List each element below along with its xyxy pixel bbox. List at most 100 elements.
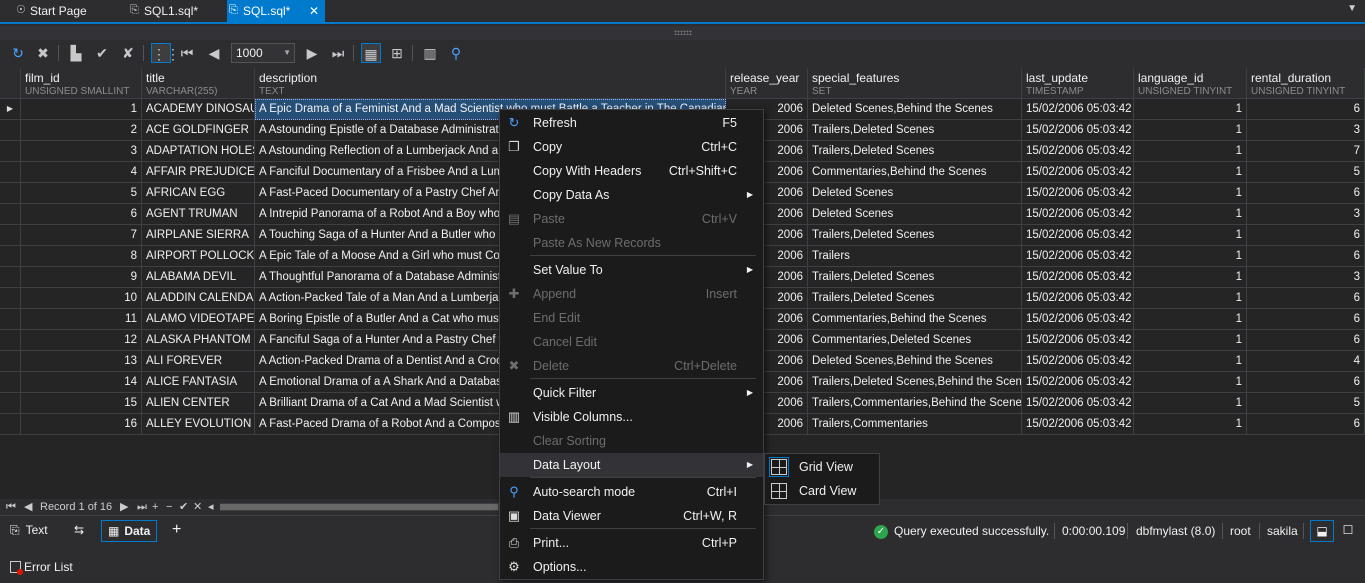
cell-film-id[interactable]: 13	[21, 351, 142, 372]
cell-special-features[interactable]: Trailers,Commentaries,Behind the Scenes	[808, 393, 1022, 414]
cell-language-id[interactable]: 1	[1134, 309, 1247, 330]
cell-last-update[interactable]: 15/02/2006 05:03:42	[1022, 141, 1134, 162]
cell-last-update[interactable]: 15/02/2006 05:03:42	[1022, 225, 1134, 246]
columns-icon[interactable]: ▥	[420, 43, 440, 63]
cell-rental-duration[interactable]: 6	[1247, 372, 1365, 393]
menu-item-visible-columns[interactable]: ▥ Visible Columns...	[500, 405, 763, 429]
cell-language-id[interactable]: 1	[1134, 393, 1247, 414]
cell-special-features[interactable]: Deleted Scenes	[808, 183, 1022, 204]
add-tab-button[interactable]: +	[172, 520, 181, 542]
toggle-panel-icon[interactable]: ☐	[1340, 520, 1356, 542]
row-indicator[interactable]	[0, 246, 21, 267]
scroll-left-icon[interactable]: ◂	[208, 499, 214, 515]
cell-special-features[interactable]: Trailers,Commentaries	[808, 414, 1022, 435]
row-indicator[interactable]	[0, 372, 21, 393]
cell-language-id[interactable]: 1	[1134, 330, 1247, 351]
cell-rental-duration[interactable]: 3	[1247, 267, 1365, 288]
tab-data[interactable]: ▦ Data	[101, 520, 157, 542]
horizontal-scrollbar[interactable]	[220, 503, 500, 511]
cell-title[interactable]: ACADEMY DINOSAUR	[142, 99, 255, 120]
cell-film-id[interactable]: 15	[21, 393, 142, 414]
menu-item-set-value-to[interactable]: Set Value To ▶	[500, 258, 763, 282]
cell-last-update[interactable]: 15/02/2006 05:03:42	[1022, 120, 1134, 141]
cell-special-features[interactable]: Deleted Scenes,Behind the Scenes	[808, 351, 1022, 372]
cell-last-update[interactable]: 15/02/2006 05:03:42	[1022, 204, 1134, 225]
cell-title[interactable]: ADAPTATION HOLES	[142, 141, 255, 162]
cell-title[interactable]: AGENT TRUMAN	[142, 204, 255, 225]
column-header-special-features[interactable]: special_features SET	[808, 68, 1022, 99]
cell-title[interactable]: ALASKA PHANTOM	[142, 330, 255, 351]
cell-language-id[interactable]: 1	[1134, 99, 1247, 120]
last-record-icon[interactable]: ⏭	[137, 499, 147, 515]
cell-special-features[interactable]: Trailers	[808, 246, 1022, 267]
cell-title[interactable]: ACE GOLDFINGER	[142, 120, 255, 141]
column-header-description[interactable]: description TEXT	[255, 68, 726, 99]
menu-item-copy-data-as[interactable]: Copy Data As ▶	[500, 183, 763, 207]
cell-title[interactable]: ALI FOREVER	[142, 351, 255, 372]
column-header-film-id[interactable]: film_id UNSIGNED SMALLINT	[21, 68, 142, 99]
cell-title[interactable]: ALIEN CENTER	[142, 393, 255, 414]
cell-rental-duration[interactable]: 6	[1247, 330, 1365, 351]
cell-film-id[interactable]: 11	[21, 309, 142, 330]
cell-rental-duration[interactable]: 4	[1247, 351, 1365, 372]
cell-last-update[interactable]: 15/02/2006 05:03:42	[1022, 372, 1134, 393]
row-indicator[interactable]	[0, 183, 21, 204]
tab-sql1[interactable]: ⎘ SQL1.sql*	[128, 0, 220, 22]
switch-view-icon[interactable]: ⇆	[74, 520, 84, 542]
cell-film-id[interactable]: 5	[21, 183, 142, 204]
cancel-record-icon[interactable]: ✕	[193, 499, 202, 515]
menu-item-card-view[interactable]: Card View	[765, 479, 879, 503]
cell-film-id[interactable]: 6	[21, 204, 142, 225]
cell-rental-duration[interactable]: 7	[1247, 141, 1365, 162]
cell-language-id[interactable]: 1	[1134, 372, 1247, 393]
cell-rental-duration[interactable]: 5	[1247, 393, 1365, 414]
cell-film-id[interactable]: 10	[21, 288, 142, 309]
cell-special-features[interactable]: Trailers,Deleted Scenes	[808, 267, 1022, 288]
next-page-icon[interactable]: ▶	[302, 43, 322, 63]
row-indicator[interactable]	[0, 267, 21, 288]
cell-language-id[interactable]: 1	[1134, 351, 1247, 372]
cell-rental-duration[interactable]: 6	[1247, 309, 1365, 330]
cell-rental-duration[interactable]: 6	[1247, 246, 1365, 267]
row-indicator[interactable]	[0, 120, 21, 141]
tab-text[interactable]: ⎘ Text	[10, 520, 48, 542]
menu-item-print[interactable]: ⎙ Print... Ctrl+P	[500, 531, 763, 555]
panel-layout-icon[interactable]: ⬓	[1310, 520, 1334, 542]
chevron-down-icon[interactable]: ▼	[1347, 3, 1357, 14]
fetch-all-icon[interactable]: ⋮⋮	[151, 43, 180, 63]
first-page-icon[interactable]: ⏮	[177, 43, 197, 63]
cell-last-update[interactable]: 15/02/2006 05:03:42	[1022, 288, 1134, 309]
cell-film-id[interactable]: 8	[21, 246, 142, 267]
row-indicator[interactable]	[0, 204, 21, 225]
cell-rental-duration[interactable]: 5	[1247, 162, 1365, 183]
cell-film-id[interactable]: 7	[21, 225, 142, 246]
cell-last-update[interactable]: 15/02/2006 05:03:42	[1022, 99, 1134, 120]
column-header-release-year[interactable]: release_year YEAR	[726, 68, 808, 99]
row-indicator[interactable]	[0, 225, 21, 246]
cell-title[interactable]: AFRICAN EGG	[142, 183, 255, 204]
cell-title[interactable]: AIRPORT POLLOCK	[142, 246, 255, 267]
cell-rental-duration[interactable]: 6	[1247, 99, 1365, 120]
cell-title[interactable]: AFFAIR PREJUDICE	[142, 162, 255, 183]
cell-title[interactable]: AIRPLANE SIERRA	[142, 225, 255, 246]
post-record-icon[interactable]: ✔	[179, 499, 188, 515]
cell-title[interactable]: ALABAMA DEVIL	[142, 267, 255, 288]
cell-language-id[interactable]: 1	[1134, 246, 1247, 267]
cell-language-id[interactable]: 1	[1134, 162, 1247, 183]
cell-special-features[interactable]: Trailers,Deleted Scenes	[808, 141, 1022, 162]
menu-item-copy-with-headers[interactable]: Copy With Headers Ctrl+Shift+C	[500, 159, 763, 183]
grid-view-icon[interactable]: ▦	[361, 43, 381, 63]
cell-film-id[interactable]: 2	[21, 120, 142, 141]
row-indicator[interactable]	[0, 141, 21, 162]
cell-last-update[interactable]: 15/02/2006 05:03:42	[1022, 351, 1134, 372]
cell-special-features[interactable]: Deleted Scenes,Behind the Scenes	[808, 99, 1022, 120]
cell-special-features[interactable]: Trailers,Deleted Scenes,Behind the Scene…	[808, 372, 1022, 393]
row-indicator[interactable]	[0, 393, 21, 414]
column-header-last-update[interactable]: last_update TIMESTAMP	[1022, 68, 1134, 99]
cell-special-features[interactable]: Deleted Scenes	[808, 204, 1022, 225]
cell-last-update[interactable]: 15/02/2006 05:03:42	[1022, 162, 1134, 183]
menu-item-auto-search-mode[interactable]: ⚲ Auto-search mode Ctrl+I	[500, 480, 763, 504]
cell-special-features[interactable]: Commentaries,Deleted Scenes	[808, 330, 1022, 351]
cell-title[interactable]: ALADDIN CALENDAR	[142, 288, 255, 309]
error-list-button[interactable]: Error List	[10, 560, 73, 575]
